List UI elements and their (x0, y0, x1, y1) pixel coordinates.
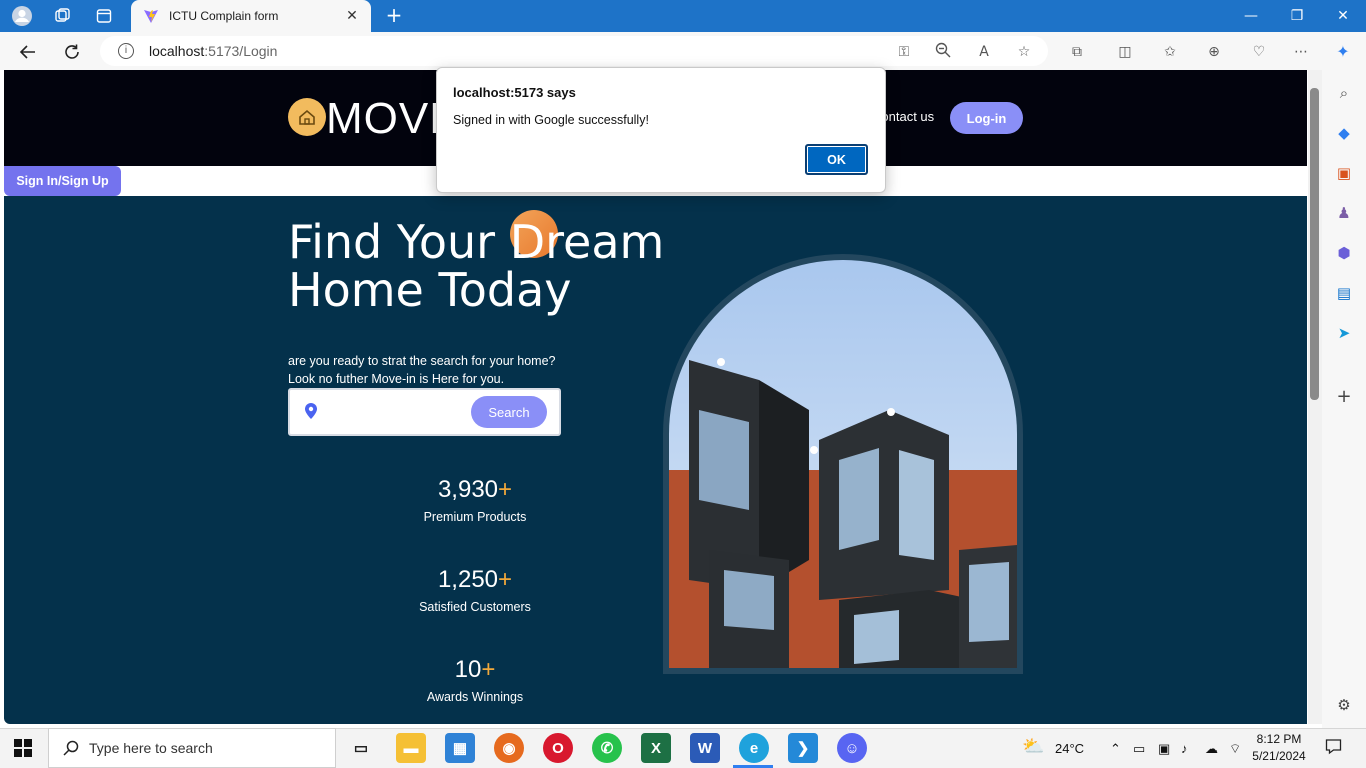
key-icon[interactable]: ⚿ (894, 42, 914, 62)
dialog-ok-button[interactable]: OK (805, 144, 868, 175)
refresh-icon[interactable] (59, 39, 85, 65)
whatsapp-icon[interactable]: ✆ (592, 733, 622, 763)
sidebar-add-icon[interactable]: + (1333, 386, 1355, 408)
browser-essentials-icon[interactable]: ♡ (1249, 42, 1269, 62)
taskbar-clock[interactable]: 8:12 PM 5/21/2024 (1240, 731, 1318, 765)
windows-start-icon[interactable] (14, 739, 32, 761)
scrollbar-thumb[interactable] (1310, 88, 1319, 400)
meet-now-icon[interactable]: ▣ (1158, 741, 1170, 757)
file-explorer-icon[interactable]: ▬ (396, 733, 426, 763)
dialog-title: localhost:5173 says (453, 85, 576, 100)
hero-title: Find Your Dream Home Today (288, 215, 665, 317)
sidebar-outlook-icon[interactable]: ▤ (1333, 282, 1355, 304)
workspaces-icon[interactable] (50, 4, 74, 28)
tray-chevron-up-icon[interactable]: ⌃ (1110, 741, 1121, 757)
sidebar-shopping-icon[interactable]: ◆ (1333, 122, 1355, 144)
taskbar-search-placeholder: Type here to search (89, 740, 213, 756)
minimize-button[interactable]: — (1228, 0, 1274, 32)
weather-icon[interactable]: ⛅ (1022, 736, 1044, 757)
restore-button[interactable]: ❐ (1274, 0, 1320, 32)
browser-tab[interactable]: ICTU Complain form ✕ (131, 0, 371, 32)
sidebar-search-icon[interactable]: ⌕ (1333, 82, 1355, 104)
tab-actions-icon[interactable] (92, 4, 116, 28)
split-screen-icon[interactable]: ◫ (1115, 42, 1135, 62)
zoom-icon[interactable] (933, 42, 953, 62)
battery-icon[interactable]: ▭ (1133, 741, 1145, 757)
stat-awards-winnings: 10+ Awards Winnings (426, 656, 524, 704)
tab-title: ICTU Complain form (169, 9, 279, 23)
discord-icon[interactable]: ☺ (837, 733, 867, 763)
sidebar-copilot-icon[interactable]: ⬢ (1333, 242, 1355, 264)
excel-icon[interactable]: X (641, 733, 671, 763)
signin-signup-button[interactable]: Sign In/Sign Up (4, 166, 121, 196)
tab-close-icon[interactable]: ✕ (343, 8, 361, 24)
copilot-icon[interactable]: ✦ (1333, 42, 1353, 62)
home-logo-icon[interactable] (288, 98, 326, 136)
profile-icon[interactable] (10, 4, 34, 28)
close-window-button[interactable]: ✕ (1320, 0, 1366, 32)
stat-premium-products: 3,930+ Premium Products (423, 476, 527, 524)
new-tab-button[interactable]: + (383, 4, 405, 26)
location-pin-icon (305, 403, 317, 419)
vite-favicon-icon (144, 10, 158, 23)
login-button[interactable]: Log-in (950, 102, 1023, 134)
favorites-icon[interactable]: ✩ (1160, 42, 1180, 62)
onedrive-icon[interactable]: ☁ (1205, 741, 1218, 757)
sidebar-tools-icon[interactable]: ▣ (1333, 162, 1355, 184)
vscode-icon[interactable]: ❯ (788, 733, 818, 763)
stat-satisfied-customers: 1,250+ Satisfied Customers (419, 566, 531, 614)
favorite-star-icon[interactable]: ☆ (1014, 42, 1034, 62)
sidebar-settings-icon[interactable]: ⚙ (1333, 694, 1355, 716)
sidebar-games-icon[interactable]: ♟ (1333, 202, 1355, 224)
hero-section: Find Your Dream Home Today are you ready… (4, 196, 1307, 724)
site-info-icon[interactable]: i (118, 43, 134, 59)
read-aloud-icon[interactable]: A (974, 42, 994, 62)
opera-icon[interactable]: O (543, 733, 573, 763)
hero-subtitle: are you ready to strat the search for yo… (288, 354, 556, 386)
taskbar-search-icon (63, 740, 79, 756)
sidebar-send-icon[interactable]: ➤ (1333, 322, 1355, 344)
extensions-icon[interactable]: ⧉ (1067, 42, 1087, 62)
word-icon[interactable]: W (690, 733, 720, 763)
collections-icon[interactable]: ⊕ (1204, 42, 1224, 62)
building-image (669, 260, 1017, 668)
settings-more-icon[interactable]: ⋯ (1291, 42, 1311, 62)
edge-icon[interactable]: e (739, 733, 769, 763)
url-text: localhost:5173/Login (149, 43, 278, 59)
search-button[interactable]: Search (471, 396, 547, 428)
volume-icon[interactable]: ♪ (1181, 741, 1188, 756)
back-arrow-icon[interactable] (15, 39, 41, 65)
dialog-message: Signed in with Google successfully! (453, 113, 649, 127)
task-view-icon[interactable]: ▭ (346, 733, 376, 763)
notifications-icon[interactable] (1325, 738, 1342, 758)
firefox-icon[interactable]: ◉ (494, 733, 524, 763)
taskbar-search-box[interactable]: Type here to search (48, 728, 336, 768)
location-search-input[interactable] (328, 399, 468, 425)
microsoft-store-icon[interactable]: ▦ (445, 733, 475, 763)
weather-temp[interactable]: 24°C (1055, 741, 1084, 756)
